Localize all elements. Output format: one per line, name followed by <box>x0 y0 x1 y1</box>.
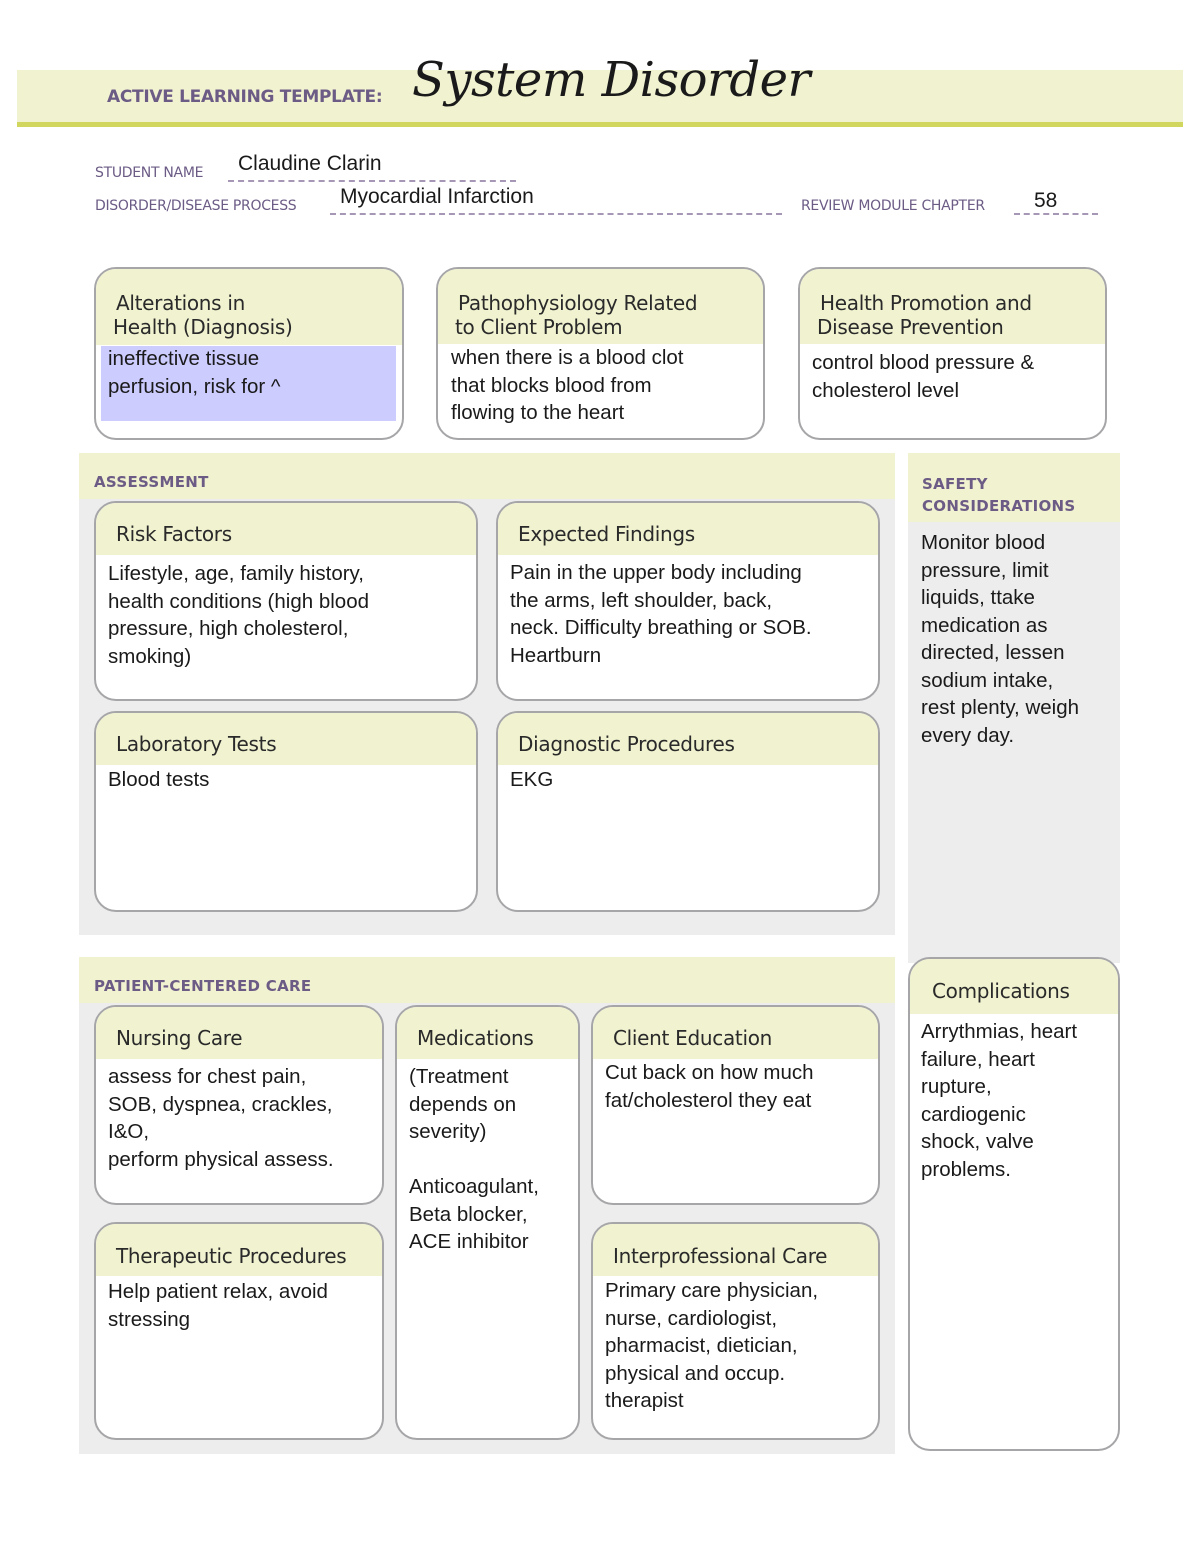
diagnostic-procedures-field[interactable]: EKG <box>498 765 878 794</box>
client-education-title: Client Education <box>593 1007 878 1059</box>
complications-box: Complications Arrythmias, heart failure,… <box>908 957 1120 1451</box>
client-education-box: Client Education Cut back on how much fa… <box>591 1005 880 1205</box>
interprofessional-care-title: Interprofessional Care <box>593 1224 878 1276</box>
alterations-title-line1: Alterations in <box>116 291 245 315</box>
therapeutic-procedures-field[interactable]: Help patient relax, avoid stressing <box>96 1276 382 1333</box>
safety-field[interactable]: Monitor blood pressure, limit liquids, t… <box>909 527 1131 749</box>
nursing-care-field[interactable]: assess for chest pain, SOB, dyspnea, cra… <box>96 1059 382 1173</box>
health-promotion-title-line1: Health Promotion and <box>820 291 1032 315</box>
pathophysiology-title: Pathophysiology Related to Client Proble… <box>438 269 763 344</box>
expected-findings-title: Expected Findings <box>498 503 878 555</box>
diagnostic-procedures-box: Diagnostic Procedures EKG <box>496 711 880 912</box>
medications-field[interactable]: (Treatment depends on severity) Anticoag… <box>397 1059 578 1256</box>
complications-field[interactable]: Arrythmias, heart failure, heart rupture… <box>910 1014 1118 1183</box>
nursing-care-box: Nursing Care assess for chest pain, SOB,… <box>94 1005 384 1205</box>
nursing-care-title: Nursing Care <box>96 1007 382 1059</box>
therapeutic-procedures-box: Therapeutic Procedures Help patient rela… <box>94 1222 384 1440</box>
chapter-field[interactable]: 58 <box>1034 189 1057 213</box>
alterations-field[interactable]: ineffective tissue perfusion, risk for ^ <box>96 345 402 401</box>
student-name-line <box>228 180 516 182</box>
medications-title: Medications <box>397 1007 578 1059</box>
header-rule <box>17 122 1183 127</box>
safety-heading-line1: SAFETY <box>922 475 988 493</box>
health-promotion-box: Health Promotion and Disease Prevention … <box>798 267 1107 440</box>
interprofessional-care-field[interactable]: Primary care physician, nurse, cardiolog… <box>593 1276 878 1415</box>
template-title: System Disorder <box>412 52 811 108</box>
template-label: ACTIVE LEARNING TEMPLATE: <box>107 87 383 107</box>
complications-title: Complications <box>910 959 1118 1014</box>
assessment-heading: ASSESSMENT <box>79 453 895 499</box>
health-promotion-field[interactable]: control blood pressure & cholesterol lev… <box>800 344 1105 404</box>
disorder-field[interactable]: Myocardial Infarction <box>340 185 534 209</box>
patient-centered-care-heading: PATIENT-CENTERED CARE <box>79 957 895 1003</box>
expected-findings-field[interactable]: Pain in the upper body including the arm… <box>498 555 878 669</box>
student-name-label: STUDENT NAME <box>95 165 204 181</box>
alterations-box: Alterations in Health (Diagnosis) ineffe… <box>94 267 404 440</box>
disorder-line <box>330 213 782 215</box>
safety-heading-line2: CONSIDERATIONS <box>922 497 1076 515</box>
expected-findings-box: Expected Findings Pain in the upper body… <box>496 501 880 701</box>
laboratory-tests-field[interactable]: Blood tests <box>96 765 476 794</box>
pathophysiology-title-line1: Pathophysiology Related <box>458 291 698 315</box>
student-name-field[interactable]: Claudine Clarin <box>238 152 382 176</box>
laboratory-tests-box: Laboratory Tests Blood tests <box>94 711 478 912</box>
laboratory-tests-title: Laboratory Tests <box>96 713 476 765</box>
therapeutic-procedures-title: Therapeutic Procedures <box>96 1224 382 1276</box>
diagnostic-procedures-title: Diagnostic Procedures <box>498 713 878 765</box>
pathophysiology-field[interactable]: when there is a blood clot that blocks b… <box>438 344 763 427</box>
medications-box: Medications (Treatment depends on severi… <box>395 1005 580 1440</box>
health-promotion-title: Health Promotion and Disease Prevention <box>800 269 1105 344</box>
risk-factors-box: Risk Factors Lifestyle, age, family hist… <box>94 501 478 701</box>
interprofessional-care-box: Interprofessional Care Primary care phys… <box>591 1222 880 1440</box>
pathophysiology-title-line2: to Client Problem <box>455 315 623 339</box>
pathophysiology-box: Pathophysiology Related to Client Proble… <box>436 267 765 440</box>
client-education-field[interactable]: Cut back on how much fat/cholesterol the… <box>593 1059 878 1114</box>
risk-factors-field[interactable]: Lifestyle, age, family history, health c… <box>96 555 476 670</box>
health-promotion-title-line2: Disease Prevention <box>817 315 1004 339</box>
chapter-line <box>1014 213 1098 215</box>
disorder-label: DISORDER/DISEASE PROCESS <box>95 198 297 214</box>
alterations-title: Alterations in Health (Diagnosis) <box>96 269 402 345</box>
alterations-title-line2: Health (Diagnosis) <box>113 315 293 339</box>
safety-heading: SAFETY CONSIDERATIONS <box>908 453 1120 522</box>
chapter-label: REVIEW MODULE CHAPTER <box>801 198 985 214</box>
risk-factors-title: Risk Factors <box>96 503 476 555</box>
